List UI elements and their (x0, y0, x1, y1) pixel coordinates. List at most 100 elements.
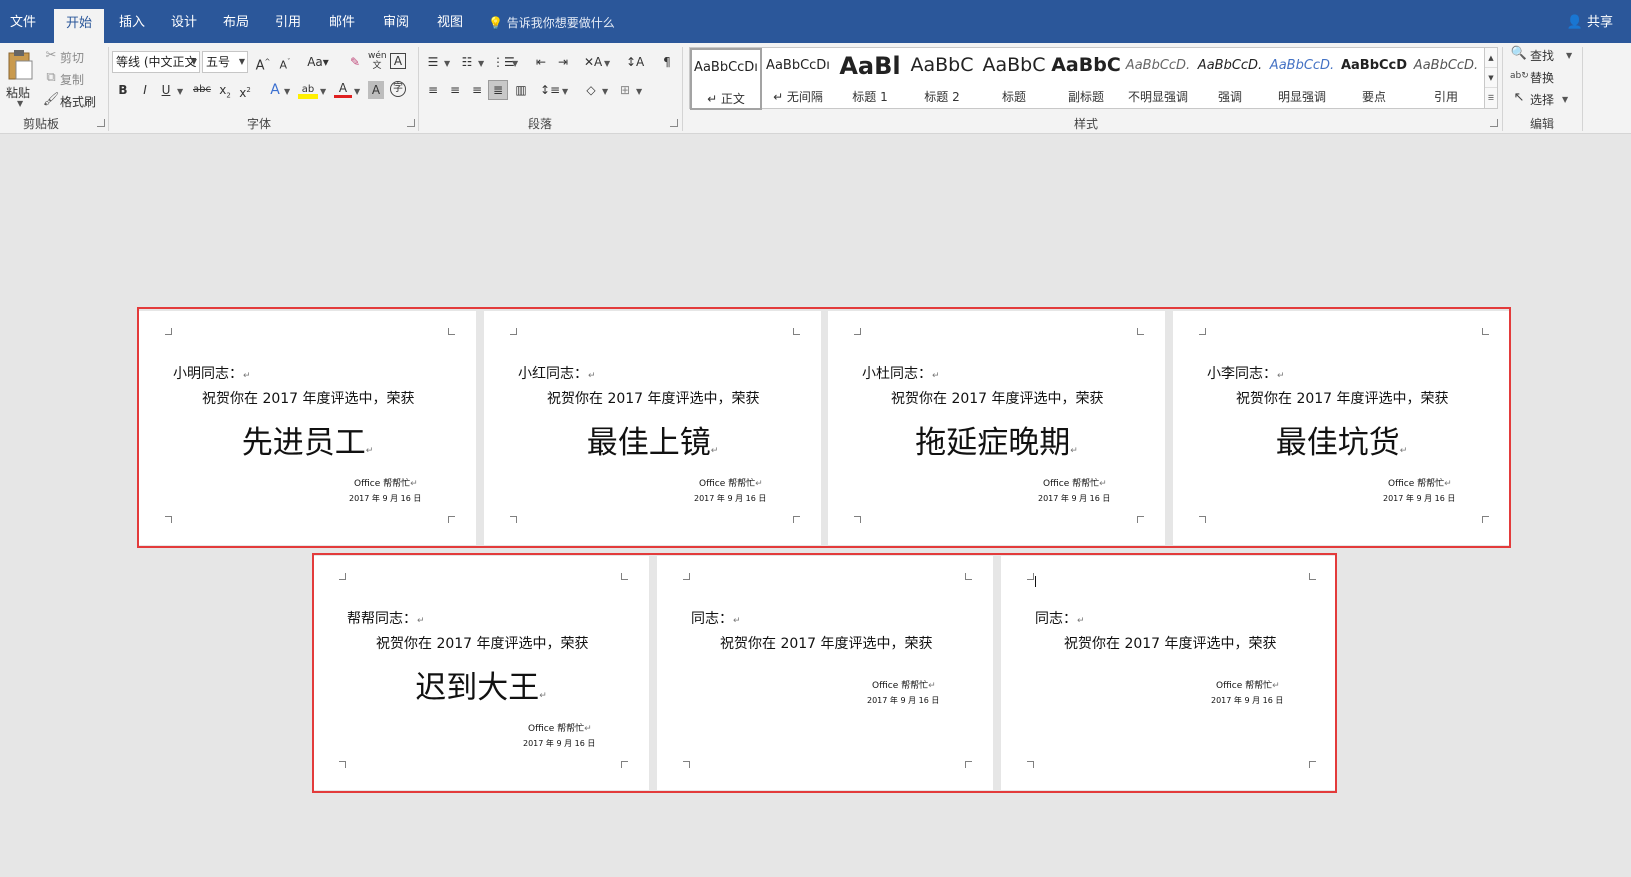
cut-button[interactable]: ✂ 剪切 (42, 47, 102, 67)
tab-design[interactable]: 设计 (162, 0, 206, 43)
chevron-down-icon[interactable]: ▼ (602, 87, 608, 96)
scissors-icon: ✂ (45, 48, 57, 63)
chevron-down-icon[interactable]: ▼ (478, 59, 484, 68)
select-label: 选择 (1530, 93, 1555, 107)
replace-label: 替换 (1530, 71, 1555, 85)
font-group-label: 字体 (247, 117, 272, 131)
numbering-icon[interactable]: ☷ (458, 53, 476, 71)
justify-icon[interactable]: ≣ (488, 80, 508, 100)
lightbulb-icon: 💡 (488, 16, 503, 30)
chevron-down-icon[interactable]: ▼ (284, 87, 290, 96)
increase-indent-icon[interactable]: ⇥ (554, 53, 572, 71)
chinese-layout-icon[interactable]: ✕A (584, 53, 602, 71)
paste-button[interactable]: 粘贴 ▼ (4, 47, 36, 109)
style-no-spacing[interactable]: AaBbCcDı ↵ 无间隔 (762, 48, 834, 110)
change-case-icon[interactable]: Aa▾ (304, 53, 332, 71)
more-styles-icon[interactable]: ☰ (1485, 88, 1497, 108)
tab-home[interactable]: 开始 (54, 9, 104, 43)
style-heading-2[interactable]: AaBbC 标题 2 (906, 48, 978, 110)
character-border-icon[interactable]: A (390, 53, 406, 69)
style-title[interactable]: AaBbC 标题 (978, 48, 1050, 110)
bold-icon[interactable]: B (114, 81, 132, 99)
chevron-down-icon[interactable]: ▼ (512, 59, 518, 68)
styles-gallery-scroll[interactable]: ▲ ▼ ☰ (1484, 47, 1498, 109)
style-name: ↵ 无间隔 (773, 90, 823, 104)
grow-font-icon[interactable]: A^ (254, 53, 272, 75)
line-spacing-icon[interactable]: ↕≡ (540, 81, 560, 99)
format-painter-button[interactable]: 🖌 格式刷 (42, 91, 106, 111)
chevron-down-icon[interactable]: ▼ (636, 87, 642, 96)
clipboard-launcher-icon[interactable] (97, 119, 105, 127)
share-label: 共享 (1586, 15, 1613, 30)
style-strong[interactable]: AaBbCcD 要点 (1338, 48, 1410, 110)
font-color-icon[interactable]: A (334, 81, 352, 98)
tell-me-box[interactable]: 💡 告诉我你想要做什么 (488, 0, 615, 43)
subscript-icon[interactable]: x2 (216, 81, 234, 104)
tab-review[interactable]: 审阅 (374, 0, 418, 43)
style-subtitle[interactable]: AaBbC 副标题 (1050, 48, 1122, 110)
replace-icon: ab↻ (1510, 71, 1529, 81)
chevron-down-icon[interactable]: ▼ (354, 87, 360, 96)
clear-formatting-icon[interactable]: ✎ (346, 53, 364, 71)
style-name: 明显强调 (1277, 90, 1326, 104)
styles-gallery: AaBbCcDı ↵ 正文 AaBbCcDı ↵ 无间隔 AaBl 标题 1 A… (689, 47, 1493, 110)
find-label: 查找 (1530, 49, 1555, 63)
shading-icon[interactable]: ◇ (582, 81, 600, 99)
multilevel-list-icon[interactable]: ⋮☰ (492, 53, 515, 71)
decrease-indent-icon[interactable]: ⇤ (532, 53, 550, 71)
tab-insert[interactable]: 插入 (110, 0, 154, 43)
paragraph-launcher-icon[interactable] (670, 119, 678, 127)
superscript-icon[interactable]: x2 (236, 81, 254, 102)
style-quote[interactable]: AaBbCcD. 引用 (1410, 48, 1482, 110)
styles-launcher-icon[interactable] (1490, 119, 1498, 127)
highlighter-icon[interactable]: ab (298, 81, 318, 99)
group-divider (1502, 47, 1503, 131)
style-intense-emphasis[interactable]: AaBbCcD. 明显强调 (1266, 48, 1338, 110)
distributed-icon[interactable]: ▥ (512, 81, 530, 99)
find-button[interactable]: 🔍 查找 ▼ (1510, 45, 1574, 65)
borders-icon[interactable]: ⊞ (616, 81, 634, 99)
font-size-combo[interactable]: 五号 ▼ (202, 51, 248, 73)
style-preview-text: AaBbCcD. (1197, 58, 1263, 73)
chevron-down-icon[interactable]: ▼ (444, 59, 450, 68)
style-name: 引用 (1433, 90, 1458, 104)
share-button[interactable]: 👤 共享 (1567, 0, 1613, 43)
tab-layout[interactable]: 布局 (214, 0, 258, 43)
align-right-icon[interactable]: ≡ (468, 81, 486, 99)
italic-icon[interactable]: I (136, 81, 154, 99)
copy-button[interactable]: ⧉ 复制 (42, 69, 102, 89)
character-shading-icon[interactable]: A (368, 81, 384, 99)
style-subtle-emphasis[interactable]: AaBbCcD. 不明显强调 (1122, 48, 1194, 110)
phonetic-guide-icon[interactable]: wén 文 (368, 51, 387, 71)
underline-icon[interactable]: U (157, 81, 175, 99)
enclose-characters-icon[interactable]: 字 (390, 81, 406, 97)
show-marks-icon[interactable]: ¶ (658, 53, 676, 71)
bullets-icon[interactable]: ☰ (424, 53, 442, 71)
style-heading-1[interactable]: AaBl 标题 1 (834, 48, 906, 110)
scroll-up-icon[interactable]: ▲ (1485, 48, 1497, 68)
tab-mailings[interactable]: 邮件 (320, 0, 364, 43)
align-center-icon[interactable]: ≡ (446, 81, 464, 99)
chevron-down-icon[interactable]: ▼ (562, 87, 568, 96)
copy-label: 复制 (60, 73, 85, 87)
paintbrush-icon: 🖌 (42, 92, 60, 107)
shrink-font-icon[interactable]: Aˇ (276, 53, 294, 75)
tab-file[interactable]: 文件 (0, 0, 46, 43)
font-launcher-icon[interactable] (407, 119, 415, 127)
chevron-down-icon[interactable]: ▼ (177, 87, 183, 96)
style-emphasis[interactable]: AaBbCcD. 强调 (1194, 48, 1266, 110)
tab-view[interactable]: 视图 (428, 0, 472, 43)
select-button[interactable]: ↖ 选择 ▼ (1510, 89, 1574, 109)
sort-icon[interactable]: ↕A (626, 53, 644, 71)
style-normal[interactable]: AaBbCcDı ↵ 正文 (690, 48, 762, 110)
scroll-down-icon[interactable]: ▼ (1485, 68, 1497, 88)
strikethrough-icon[interactable]: abc (190, 81, 214, 99)
text-effects-icon[interactable]: A (266, 81, 284, 99)
font-name-combo[interactable]: 等线 (中文正文 ▼ (112, 51, 200, 73)
chevron-down-icon[interactable]: ▼ (604, 59, 610, 68)
style-preview-text: AaBbCcD. (1125, 58, 1191, 73)
replace-button[interactable]: ab↻ 替换 (1510, 67, 1574, 87)
align-left-icon[interactable]: ≡ (424, 81, 442, 99)
chevron-down-icon[interactable]: ▼ (320, 87, 326, 96)
tab-references[interactable]: 引用 (266, 0, 310, 43)
